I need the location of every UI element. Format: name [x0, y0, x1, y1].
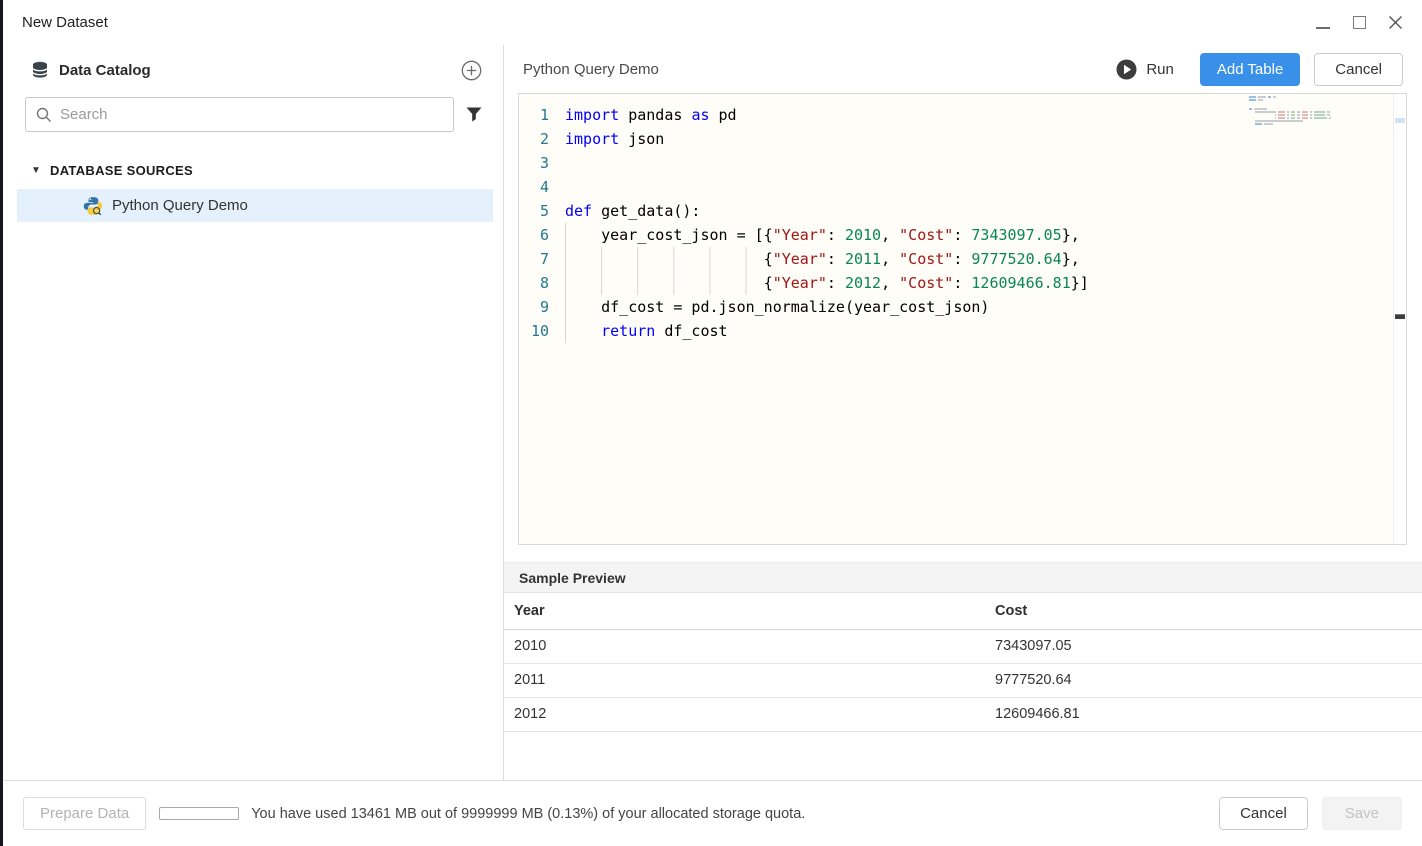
code-line: 10 return df_cost	[519, 319, 1406, 343]
code-line: 5def get_data():	[519, 199, 1406, 223]
preview-cell: 2010	[504, 629, 985, 663]
footer-cancel-button[interactable]: Cancel	[1219, 797, 1308, 830]
search-input[interactable]	[60, 106, 443, 123]
line-number: 9	[519, 295, 557, 319]
maximize-button[interactable]	[1348, 12, 1370, 34]
filter-button[interactable]	[466, 107, 482, 122]
preview-cell: 7343097.05	[985, 629, 1422, 663]
preview-column-header: Cost	[985, 593, 1422, 629]
titlebar: New Dataset	[3, 0, 1422, 45]
data-catalog-sidebar: Data Catalog	[3, 45, 504, 780]
save-button[interactable]: Save	[1322, 797, 1402, 830]
query-title: Python Query Demo	[523, 61, 1116, 78]
line-number: 3	[519, 151, 557, 175]
preview-row: 201212609466.81	[504, 697, 1422, 731]
code-editor[interactable]: 1import pandas as pd2import json345def g…	[518, 93, 1407, 545]
window-title: New Dataset	[22, 14, 1312, 31]
query-panel: Python Query Demo Run Add Table Cancel 1…	[504, 45, 1422, 780]
catalog-title: Data Catalog	[59, 62, 461, 79]
plus-circle-icon	[461, 60, 482, 81]
play-icon	[1116, 59, 1137, 80]
prepare-data-button[interactable]: Prepare Data	[23, 797, 146, 830]
header-cancel-button[interactable]: Cancel	[1314, 53, 1403, 86]
minimize-icon	[1316, 27, 1330, 29]
line-number: 1	[519, 103, 557, 127]
tree-item-label: Python Query Demo	[112, 197, 248, 214]
storage-progress-bar	[159, 807, 239, 820]
code-line: 4	[519, 175, 1406, 199]
editor-scrollbar[interactable]	[1393, 94, 1406, 544]
preview-header-row: YearCost	[504, 593, 1422, 629]
preview-row: 20107343097.05	[504, 629, 1422, 663]
database-icon	[31, 61, 49, 79]
chevron-down-icon: ▼	[31, 165, 43, 176]
line-number: 10	[519, 319, 557, 343]
line-number: 8	[519, 271, 557, 295]
sample-preview-title: Sample Preview	[519, 570, 626, 586]
footer-bar: Prepare Data You have used 13461 MB out …	[3, 780, 1422, 846]
add-source-button[interactable]	[461, 60, 482, 81]
minimize-button[interactable]	[1312, 12, 1334, 34]
preview-cell: 12609466.81	[985, 697, 1422, 731]
line-number: 2	[519, 127, 557, 151]
preview-column-header: Year	[504, 593, 985, 629]
filter-funnel-icon	[466, 107, 482, 122]
code-line: 2import json	[519, 127, 1406, 151]
close-icon	[1388, 15, 1403, 30]
preview-cell: 2012	[504, 697, 985, 731]
code-line: 9 df_cost = pd.json_normalize(year_cost_…	[519, 295, 1406, 319]
code-line: 3	[519, 151, 1406, 175]
line-number: 4	[519, 175, 557, 199]
preview-body: 20107343097.0520119777520.64201212609466…	[504, 629, 1422, 731]
section-label: DATABASE SOURCES	[50, 163, 193, 178]
code-line: 6 year_cost_json = [{"Year": 2010, "Cost…	[519, 223, 1406, 247]
close-button[interactable]	[1384, 12, 1406, 34]
code-line: 8 {"Year": 2012, "Cost": 12609466.81}]	[519, 271, 1406, 295]
code-line: 7 {"Year": 2011, "Cost": 9777520.64},	[519, 247, 1406, 271]
catalog-tree: ▼ DATABASE SOURCES Python Query Demo	[3, 160, 503, 222]
python-query-icon	[83, 196, 103, 216]
section-database-sources[interactable]: ▼ DATABASE SOURCES	[3, 160, 503, 180]
line-number: 5	[519, 199, 557, 223]
storage-quota-text: You have used 13461 MB out of 9999999 MB…	[251, 806, 1219, 822]
preview-cell: 2011	[504, 663, 985, 697]
run-button[interactable]: Run	[1116, 59, 1174, 80]
new-dataset-window: New Dataset Data Catalog	[0, 0, 1422, 846]
preview-row: 20119777520.64	[504, 663, 1422, 697]
maximize-icon	[1353, 16, 1366, 29]
scrollbar-cursor-mark	[1395, 314, 1405, 319]
search-icon	[36, 107, 52, 123]
minimap[interactable]	[1249, 96, 1391, 126]
line-number: 6	[519, 223, 557, 247]
add-table-button[interactable]: Add Table	[1200, 53, 1300, 86]
preview-cell: 9777520.64	[985, 663, 1422, 697]
tree-item-python-query-demo[interactable]: Python Query Demo	[17, 189, 493, 222]
search-box	[25, 97, 454, 132]
code-lines: 1import pandas as pd2import json345def g…	[519, 103, 1406, 343]
query-header: Python Query Demo Run Add Table Cancel	[504, 45, 1422, 93]
line-number: 7	[519, 247, 557, 271]
sample-preview-header: Sample Preview	[504, 562, 1422, 593]
window-controls	[1312, 12, 1406, 34]
scrollbar-selection-mark	[1395, 118, 1405, 123]
sample-preview-table: YearCost 20107343097.0520119777520.64201…	[504, 593, 1422, 732]
